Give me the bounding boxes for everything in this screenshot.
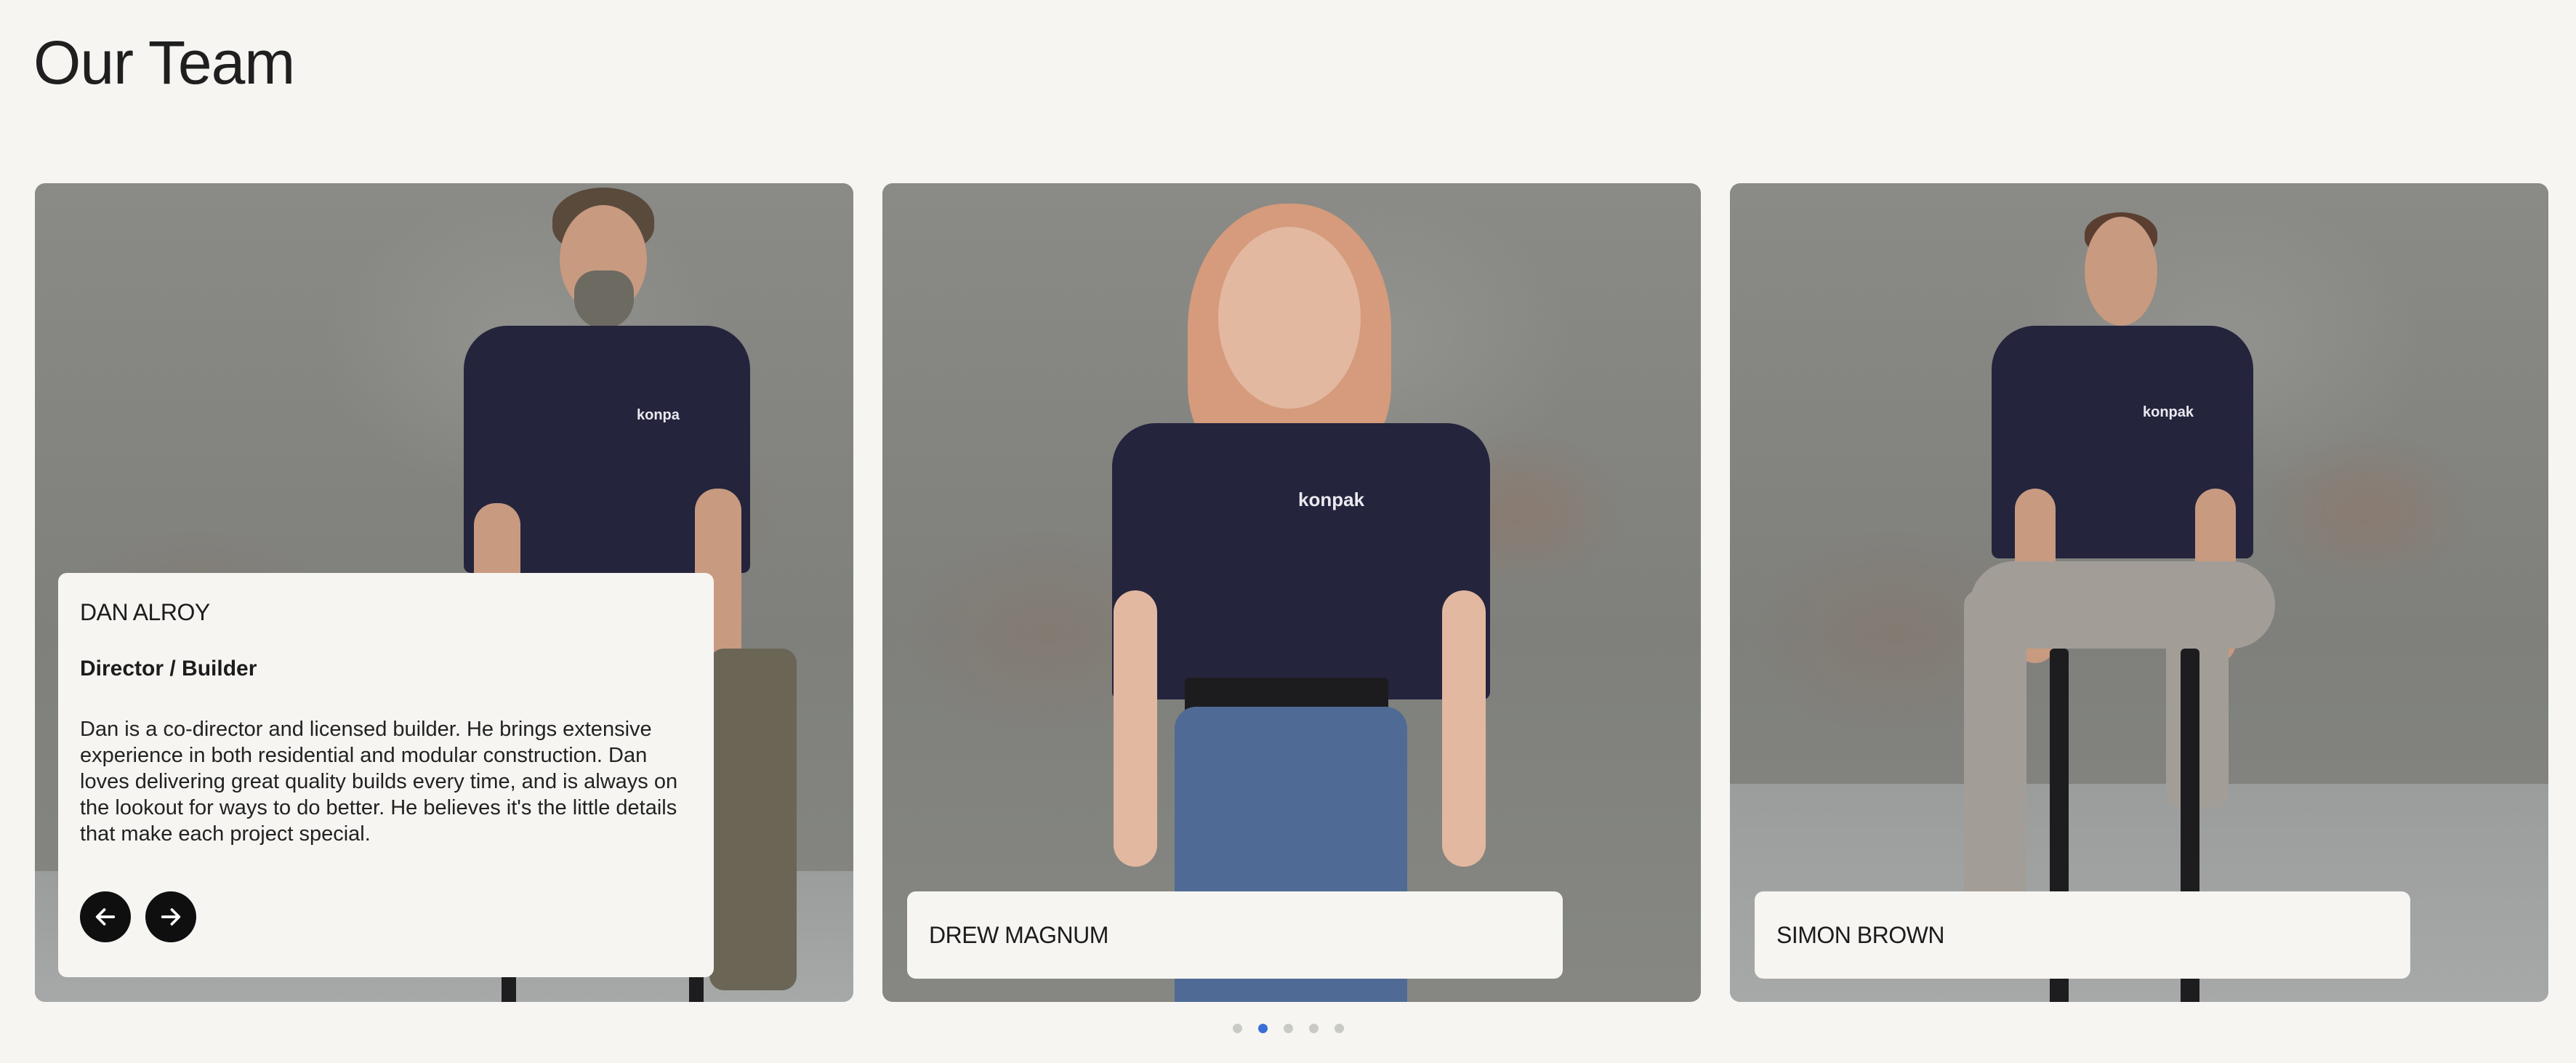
member-name: SIMON BROWN [1776,921,1944,948]
shirt-logo: konpak [1298,489,1365,510]
carousel-nav [80,891,196,942]
carousel-pagination [1233,1024,1344,1033]
shirt-logo: konpak [2143,404,2194,420]
pagination-dot[interactable] [1233,1024,1242,1033]
member-name-panel: DREW MAGNUM [907,891,1563,979]
member-name-panel: SIMON BROWN [1755,891,2410,979]
member-bio: Dan is a co-director and licensed builde… [80,718,678,846]
arrow-left-icon [95,908,116,926]
team-card-simon[interactable]: konpak SIMON BROWN [1730,183,2548,1002]
next-button[interactable] [145,891,196,942]
team-card-dan[interactable]: konpa DAN ALROY Director / Builder Dan i… [35,183,853,1002]
pagination-dot[interactable] [1309,1024,1319,1033]
prev-button[interactable] [80,891,131,942]
shirt-logo: konpa [637,407,680,423]
member-name: DREW MAGNUM [929,921,1108,948]
team-card-drew[interactable]: konpak DREW MAGNUM [882,183,1701,1002]
arrow-right-icon [161,908,181,926]
pagination-dot-active[interactable] [1258,1024,1268,1033]
pagination-dot[interactable] [1284,1024,1293,1033]
member-info-panel: DAN ALROY Director / Builder Dan is a co… [58,573,714,977]
page-title: Our Team [33,28,295,97]
member-role: Director / Builder [80,657,257,681]
member-name: DAN ALROY [80,599,210,625]
pagination-dot[interactable] [1335,1024,1344,1033]
